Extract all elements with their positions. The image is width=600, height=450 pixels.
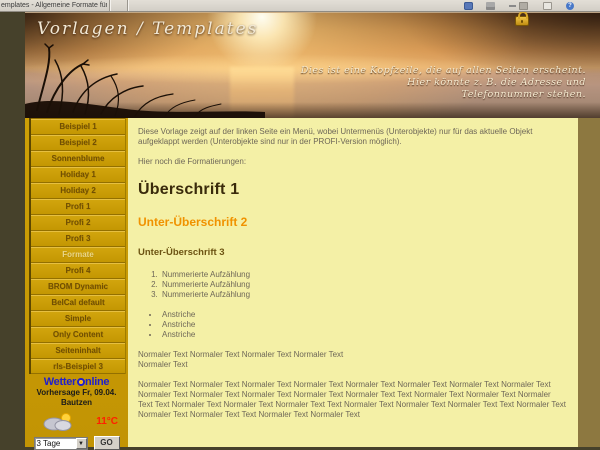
numbered-list-item: Nummerierte Aufzählung: [160, 280, 566, 290]
heading-2: Unter-Überschrift 2: [138, 215, 566, 229]
site-title: Vorlagen / Templates: [37, 19, 258, 39]
sidebar-item-brom-dynamic[interactable]: BROM Dynamic: [31, 278, 125, 294]
temperature-value: 11°C: [96, 416, 118, 427]
help-icon[interactable]: ?: [566, 2, 574, 10]
bookmark-icon[interactable]: [464, 2, 473, 10]
heading-3: Unter-Überschrift 3: [138, 247, 566, 258]
forecast-row: 11°C: [25, 410, 128, 434]
forecast-city: Bautzen: [25, 398, 128, 408]
page-icon[interactable]: [543, 2, 552, 10]
tagline-line: Hier könnte z. B. die Adresse und: [407, 77, 586, 88]
sidebar-item-rls-beispiel-3[interactable]: rls-Beispiel 3: [31, 358, 125, 374]
header-bottom-shade: [25, 102, 600, 118]
browser-titlebar: emplates - Allgemeine Formate für Texte …: [0, 0, 600, 12]
long-text-paragraph: Normaler Text Normaler Text Normaler Tex…: [138, 380, 566, 420]
normal-text-block: Normaler Text Normaler Text Normaler Tex…: [138, 350, 566, 370]
heading-1: Überschrift 1: [138, 181, 566, 199]
logo-text: nline: [85, 376, 109, 388]
sidebar-item-formate[interactable]: Formate: [31, 246, 125, 262]
numbered-list: Nummerierte Aufzählung Nummerierte Aufzä…: [160, 270, 566, 300]
sidebar-item-simple[interactable]: Simple: [31, 310, 125, 326]
wetteronline-logo[interactable]: Wetter nline: [25, 376, 128, 388]
sidebar-menu: Beispiel 1 Beispiel 2 Sonnenblume Holida…: [29, 118, 126, 374]
sidebar-item-seiteninhalt[interactable]: Seiteninhalt: [31, 342, 125, 358]
sidebar-item-holiday-2[interactable]: Holiday 2: [31, 182, 125, 198]
sidebar-item-only-content[interactable]: Only Content: [31, 326, 125, 342]
page-background-strip: [578, 118, 600, 447]
bullet-list-item: Anstriche: [160, 320, 566, 330]
sidebar-item-holiday-1[interactable]: Holiday 1: [31, 166, 125, 182]
bullet-list: Anstriche Anstriche Anstriche: [160, 310, 566, 340]
titlebar-divider: [109, 0, 110, 11]
chevron-down-icon[interactable]: ▼: [76, 438, 87, 449]
sidebar-item-profi-4[interactable]: Profi 4: [31, 262, 125, 278]
sidebar-item-profi-3[interactable]: Profi 3: [31, 230, 125, 246]
forecast-range-select[interactable]: 3 Tage▼: [34, 437, 88, 450]
header-banner: Vorlagen / Templates Dies ist eine Kopfz…: [25, 12, 600, 118]
forecast-controls: 3 Tage▼ GO: [25, 436, 128, 450]
bullet-list-item: Anstriche: [160, 310, 566, 320]
normal-text-line: Normaler Text Normaler Text Normaler Tex…: [138, 350, 343, 359]
print-icon[interactable]: [486, 2, 495, 10]
numbered-list-item: Nummerierte Aufzählung: [160, 270, 566, 280]
normal-text-line: Normaler Text: [138, 360, 188, 369]
select-value: 3 Tage: [35, 439, 76, 448]
sidebar-item-profi-1[interactable]: Profi 1: [31, 198, 125, 214]
sidebar-item-beispiel-1[interactable]: Beispiel 1: [31, 118, 125, 134]
sun-o-icon: [77, 378, 85, 386]
page-body: Beispiel 1 Beispiel 2 Sonnenblume Holida…: [25, 118, 578, 447]
cloud-sun-icon: [41, 412, 75, 432]
sidebar-item-beispiel-2[interactable]: Beispiel 2: [31, 134, 125, 150]
content-area: Diese Vorlage zeigt auf der linken Seite…: [128, 118, 578, 447]
sidebar-item-profi-2[interactable]: Profi 2: [31, 214, 125, 230]
sidebar-item-sonnenblume[interactable]: Sonnenblume: [31, 150, 125, 166]
sidebar-item-belcal-default[interactable]: BelCal default: [31, 294, 125, 310]
numbered-list-item: Nummerierte Aufzählung: [160, 290, 566, 300]
tagline-line: Dies ist eine Kopfzeile, die auf allen S…: [301, 65, 586, 76]
tagline-line: Telefonnummer stehen.: [462, 89, 586, 100]
forecast-date: Vorhersage Fr, 09.04.: [25, 388, 128, 398]
header-tagline: Dies ist eine Kopfzeile, die auf allen S…: [301, 65, 586, 101]
weather-widget: Wetter nline Vorhersage Fr, 09.04. Bautze…: [25, 376, 128, 450]
window-title: emplates - Allgemeine Formate für Texte …: [1, 1, 107, 11]
lock-icon[interactable]: [515, 16, 529, 26]
minimize-icon[interactable]: [509, 5, 516, 7]
bullet-list-item: Anstriche: [160, 330, 566, 340]
go-button[interactable]: GO: [94, 436, 120, 450]
logo-text: Wetter: [44, 376, 76, 388]
mail-icon[interactable]: [519, 2, 528, 10]
formats-line: Hier noch die Formatierungen:: [138, 157, 566, 167]
site-window: Vorlagen / Templates Dies ist eine Kopfz…: [25, 12, 600, 447]
intro-paragraph: Diese Vorlage zeigt auf der linken Seite…: [138, 127, 566, 147]
sidebar: Beispiel 1 Beispiel 2 Sonnenblume Holida…: [25, 118, 128, 447]
titlebar-divider: [127, 0, 128, 11]
